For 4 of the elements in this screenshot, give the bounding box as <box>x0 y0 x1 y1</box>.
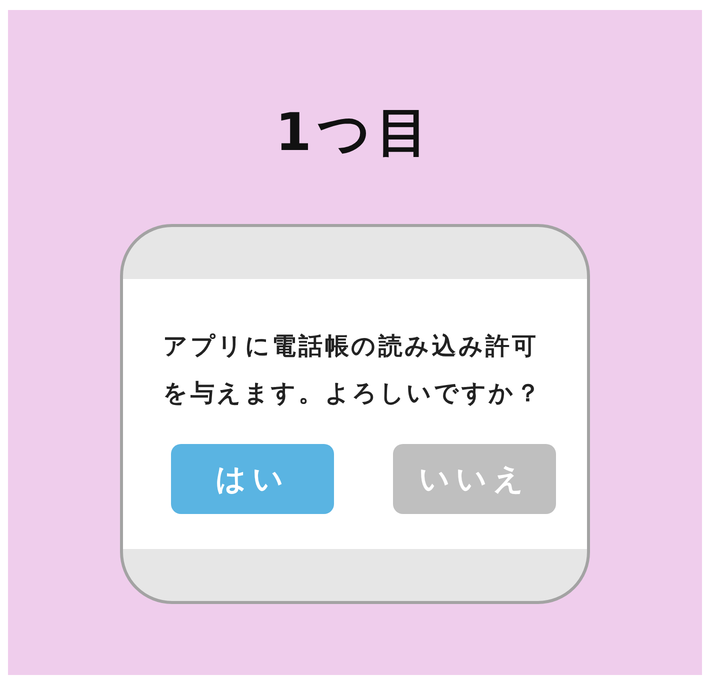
page-title: 1つ目 <box>275 102 435 165</box>
dialog-message: アプリに電話帳の読み込み許可を与えます。よろしいですか？ <box>163 331 544 409</box>
no-button[interactable]: いいえ <box>393 444 556 514</box>
yes-button[interactable]: はい <box>171 444 334 514</box>
